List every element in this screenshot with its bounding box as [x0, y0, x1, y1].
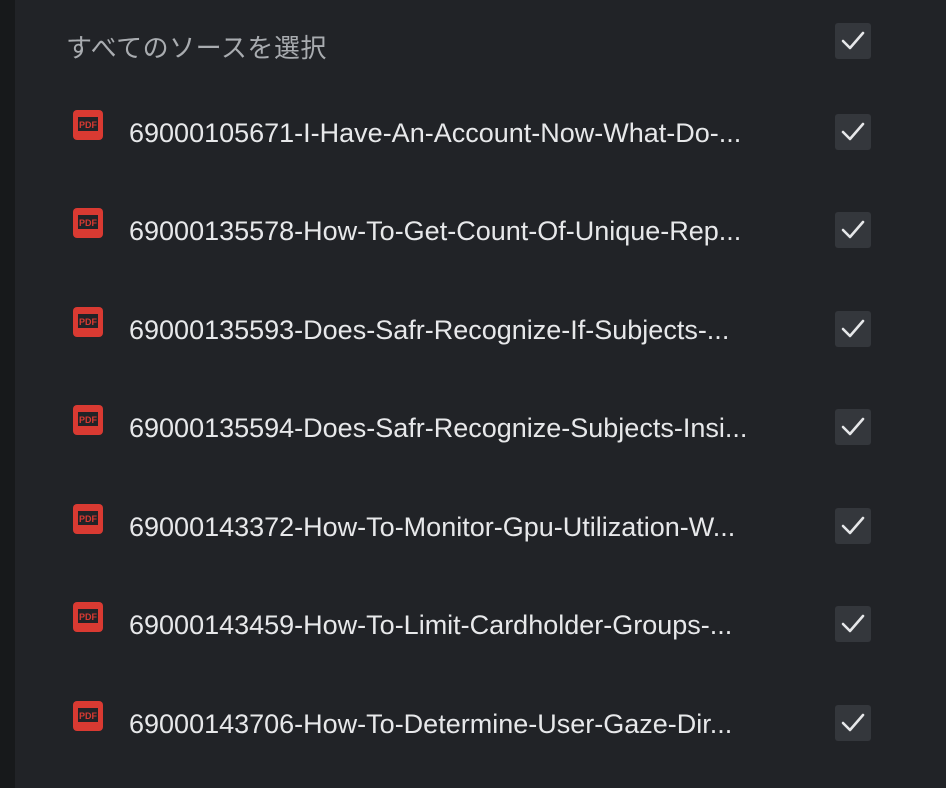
source-row[interactable]: PDF 69000143372-How-To-Monitor-Gpu-Utili… — [15, 492, 946, 562]
pdf-icon: PDF — [73, 602, 103, 632]
svg-text:PDF: PDF — [79, 711, 98, 721]
pdf-icon: PDF — [73, 110, 103, 140]
pdf-icon: PDF — [73, 208, 103, 238]
source-checkbox[interactable] — [835, 409, 871, 445]
source-title: 69000105671-I-Have-An-Account-Now-What-D… — [129, 118, 742, 148]
pdf-icon: PDF — [73, 405, 103, 435]
source-row[interactable]: PDF 69000143706-How-To-Determine-User-Ga… — [15, 689, 946, 759]
source-row[interactable]: PDF 69000143459-How-To-Limit-Cardholder-… — [15, 590, 946, 660]
checkmark-icon — [841, 516, 865, 535]
source-row[interactable]: PDF 69000105671-I-Have-An-Account-Now-Wh… — [15, 98, 946, 168]
source-title: 69000135594-Does-Safr-Recognize-Subjects… — [129, 413, 748, 443]
checkmark-icon — [841, 122, 865, 141]
source-title: 69000143372-How-To-Monitor-Gpu-Utilizati… — [129, 512, 736, 542]
source-checkbox[interactable] — [835, 114, 871, 150]
svg-text:PDF: PDF — [79, 415, 98, 425]
source-row[interactable]: PDF 69000135593-Does-Safr-Recognize-If-S… — [15, 295, 946, 365]
checkmark-icon — [841, 319, 865, 338]
source-title: 69000143459-How-To-Limit-Cardholder-Grou… — [129, 610, 733, 640]
pdf-icon: PDF — [73, 701, 103, 731]
source-title: 69000135578-How-To-Get-Count-Of-Unique-R… — [129, 216, 742, 246]
select-all-checkbox[interactable] — [835, 23, 871, 59]
pdf-icon: PDF — [73, 307, 103, 337]
source-row[interactable]: PDF 69000135594-Does-Safr-Recognize-Subj… — [15, 393, 946, 463]
source-checkbox[interactable] — [835, 508, 871, 544]
select-all-row[interactable]: すべてのソースを選択 — [15, 6, 946, 76]
source-row[interactable]: PDF 69000135578-How-To-Get-Count-Of-Uniq… — [15, 196, 946, 266]
checkmark-icon — [841, 31, 865, 50]
checkmark-icon — [841, 614, 865, 633]
checkmark-icon — [841, 417, 865, 436]
source-checkbox[interactable] — [835, 311, 871, 347]
svg-text:PDF: PDF — [79, 317, 98, 327]
checkmark-icon — [841, 220, 865, 239]
select-all-label: すべてのソースを選択 — [66, 33, 327, 63]
source-checkbox[interactable] — [835, 606, 871, 642]
svg-text:PDF: PDF — [79, 218, 98, 228]
pdf-icon: PDF — [73, 504, 103, 534]
source-title: 69000135593-Does-Safr-Recognize-If-Subje… — [129, 315, 730, 345]
svg-text:PDF: PDF — [79, 612, 98, 622]
checkmark-icon — [841, 713, 865, 732]
svg-text:PDF: PDF — [79, 120, 98, 130]
source-selection-panel: すべてのソースを選択 PDF 69000105671-I-Have-An-Acc… — [15, 0, 946, 788]
source-checkbox[interactable] — [835, 212, 871, 248]
source-checkbox[interactable] — [835, 705, 871, 741]
source-title: 69000143706-How-To-Determine-User-Gaze-D… — [129, 709, 733, 739]
svg-text:PDF: PDF — [79, 514, 98, 524]
